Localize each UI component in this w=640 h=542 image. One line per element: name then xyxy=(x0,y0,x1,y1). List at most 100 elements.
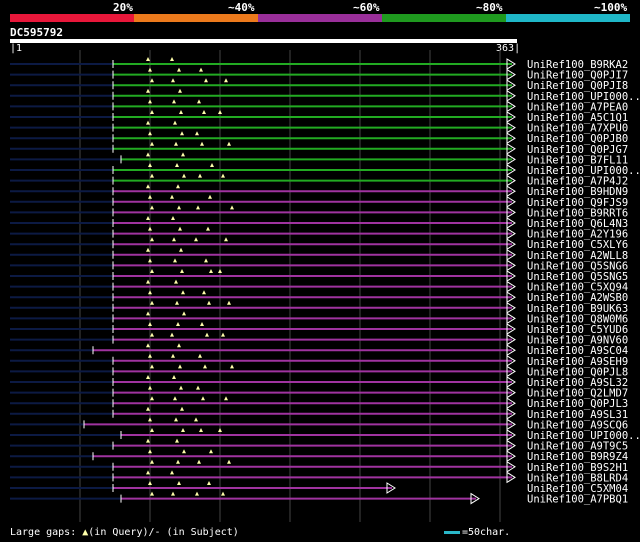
query-gap-marker xyxy=(146,184,150,189)
query-gap-marker xyxy=(179,247,183,252)
query-gap-marker xyxy=(171,216,175,220)
query-gap-marker xyxy=(150,141,154,146)
footer-legend: Large gaps: ▲(in Query)/- (in Subject) xyxy=(10,527,239,538)
query-gap-marker xyxy=(148,194,152,199)
query-gap-marker xyxy=(180,406,184,411)
query-gap-marker xyxy=(148,290,152,295)
query-gap-marker xyxy=(150,396,154,401)
scale-key-swatch xyxy=(444,530,460,534)
query-gap-marker xyxy=(196,205,200,210)
query-gap-marker xyxy=(170,470,174,475)
query-gap-marker xyxy=(171,353,175,358)
query-gap-marker xyxy=(178,364,182,369)
query-gap-marker xyxy=(209,269,213,273)
query-gap-marker xyxy=(146,247,150,252)
query-gap-marker xyxy=(175,300,179,305)
query-gap-marker xyxy=(148,481,152,485)
query-gap-marker xyxy=(218,428,222,432)
query-gap-marker xyxy=(200,322,204,326)
query-gap-marker xyxy=(146,438,150,443)
query-gap-marker xyxy=(173,396,177,401)
query-gap-marker xyxy=(150,110,154,114)
query-gap-marker xyxy=(197,459,201,464)
query-gap-marker xyxy=(170,57,174,61)
query-gap-marker xyxy=(200,141,204,146)
query-gap-marker xyxy=(224,78,228,83)
query-gap-marker xyxy=(148,353,152,358)
query-gap-marker xyxy=(181,290,185,295)
query-gap-marker xyxy=(146,57,150,61)
query-gap-label: (in Query)/ xyxy=(88,527,155,538)
query-gap-marker xyxy=(146,120,150,125)
query-gap-marker xyxy=(209,449,213,454)
query-gap-marker xyxy=(199,428,203,432)
query-gap-marker xyxy=(218,110,222,114)
query-gap-marker xyxy=(198,353,202,358)
query-gap-marker xyxy=(204,78,208,83)
query-gap-marker xyxy=(148,258,152,263)
query-gap-marker xyxy=(208,194,212,199)
query-gap-marker xyxy=(197,99,201,104)
query-gap-marker xyxy=(177,481,181,485)
query-gap-marker xyxy=(207,481,211,485)
query-gap-marker xyxy=(198,173,202,178)
query-gap-marker xyxy=(170,332,174,337)
query-gap-marker xyxy=(201,396,205,401)
query-gap-marker xyxy=(199,67,203,72)
query-gap-marker xyxy=(182,173,186,178)
query-gap-marker xyxy=(178,226,182,231)
query-gap-marker xyxy=(194,417,198,422)
scale-key: =50char. xyxy=(444,527,510,538)
query-gap-marker xyxy=(146,375,150,379)
query-gap-marker xyxy=(176,184,180,189)
hit-name: UniRef100_A7PBQ1 xyxy=(527,494,628,506)
query-gap-marker xyxy=(172,375,176,379)
query-gap-marker xyxy=(202,290,206,295)
query-gap-marker xyxy=(196,385,200,390)
query-gap-marker xyxy=(176,459,180,464)
query-gap-marker xyxy=(174,141,178,146)
query-gap-marker xyxy=(171,78,175,83)
query-gap-marker xyxy=(204,258,208,263)
query-gap-marker xyxy=(230,364,234,369)
query-gap-marker xyxy=(181,428,185,432)
query-gap-marker xyxy=(171,491,175,496)
query-gap-marker xyxy=(207,300,211,305)
query-gap-marker xyxy=(206,226,210,231)
query-gap-marker xyxy=(176,322,180,326)
query-gap-marker xyxy=(148,449,152,454)
query-gap-marker xyxy=(202,110,206,114)
query-gap-marker xyxy=(174,417,178,422)
query-gap-marker xyxy=(221,332,225,337)
query-gap-marker xyxy=(146,88,150,93)
query-gap-marker xyxy=(173,258,177,263)
query-gap-marker xyxy=(182,449,186,454)
query-gap-marker xyxy=(182,311,186,316)
large-gaps-label: Large gaps: xyxy=(10,527,83,538)
query-gap-marker xyxy=(150,300,154,305)
alignment-plot: UniRef100_B9RKA2UniRef100_Q0PJI7UniRef10… xyxy=(10,50,640,522)
query-gap-marker xyxy=(150,269,154,273)
query-gap-marker xyxy=(218,269,222,273)
query-gap-marker xyxy=(180,131,184,136)
query-gap-marker xyxy=(150,78,154,83)
query-gap-marker xyxy=(146,406,150,411)
query-gap-marker xyxy=(175,438,179,443)
query-gap-marker xyxy=(172,99,176,104)
query-gap-marker xyxy=(205,332,209,337)
query-gap-marker xyxy=(150,364,154,369)
query-gap-marker xyxy=(224,237,228,242)
query-gap-marker xyxy=(150,205,154,210)
query-gap-marker xyxy=(221,491,225,496)
query-gap-marker xyxy=(230,205,234,210)
query-gap-marker xyxy=(146,343,150,348)
query-gap-marker xyxy=(148,417,152,422)
query-gap-marker xyxy=(150,428,154,432)
query-gap-marker xyxy=(146,470,150,475)
query-gap-marker xyxy=(179,385,183,390)
query-gap-marker xyxy=(224,396,228,401)
query-gap-marker xyxy=(221,173,225,178)
query-gap-marker xyxy=(170,194,174,199)
query-gap-marker xyxy=(150,237,154,242)
query-gap-marker xyxy=(148,99,152,104)
